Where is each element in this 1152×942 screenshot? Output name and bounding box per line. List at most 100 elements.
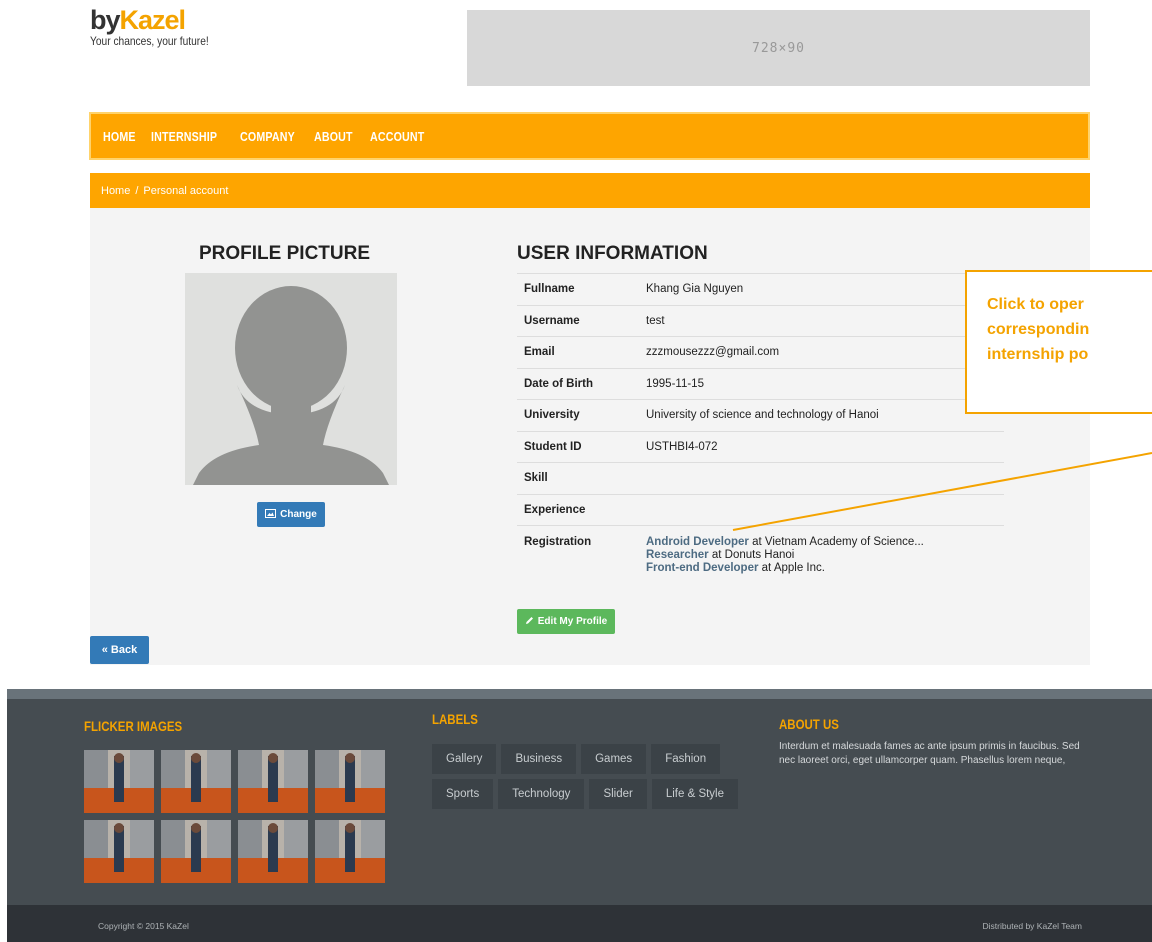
table-row: Date of Birth 1995-11-15 bbox=[517, 367, 1004, 400]
label-tag[interactable]: Sports bbox=[432, 779, 494, 809]
flicker-thumbnail[interactable] bbox=[238, 820, 308, 883]
flicker-thumbnail[interactable] bbox=[161, 750, 231, 813]
flicker-thumbnail[interactable] bbox=[315, 750, 385, 813]
edit-profile-label: Edit My Profile bbox=[537, 616, 608, 627]
registration-at: at bbox=[758, 562, 774, 574]
username-value: test bbox=[639, 304, 1004, 337]
table-row: Username test bbox=[517, 304, 1004, 337]
breadcrumb: Home / Personal account bbox=[90, 173, 1090, 208]
nav-home[interactable]: HOME bbox=[103, 129, 136, 144]
copyright-bar: Copyright © 2015 KaZel Distributed by Ka… bbox=[7, 905, 1152, 942]
university-key: University bbox=[517, 399, 639, 431]
annotation-line: internship po bbox=[987, 346, 1089, 363]
annotation-callout: Click to oper correspondin internship po bbox=[965, 270, 1152, 414]
label-tag[interactable]: Games bbox=[581, 744, 647, 774]
photo-icon bbox=[238, 820, 308, 883]
flicker-images-heading: FLICKER IMAGES bbox=[84, 718, 183, 734]
table-row: Skill bbox=[517, 462, 1004, 494]
label-tag[interactable]: Technology bbox=[498, 779, 585, 809]
photo-icon bbox=[315, 750, 385, 813]
nav-about[interactable]: ABOUT bbox=[314, 129, 353, 144]
flicker-gallery bbox=[84, 750, 385, 883]
page: byKazel Your chances, your future! 728×9… bbox=[0, 0, 1152, 942]
change-picture-button[interactable]: Change bbox=[257, 502, 325, 527]
registration-item: Front-end Developer at Apple Inc. bbox=[646, 562, 997, 575]
user-info-rows: Fullname Khang Gia Nguyen Username test Em… bbox=[517, 273, 1004, 596]
nav-company[interactable]: COMPANY bbox=[240, 129, 295, 144]
copyright-text: Copyright © 2015 KaZel bbox=[98, 921, 189, 931]
nav-internship[interactable]: INTERNSHIP bbox=[151, 129, 217, 144]
skill-value bbox=[639, 462, 1004, 494]
distributed-by-text[interactable]: Distributed by KaZel Team bbox=[982, 921, 1082, 931]
registration-position-link[interactable]: Front-end Developer bbox=[646, 562, 758, 574]
photo-icon bbox=[161, 820, 231, 883]
user-information-heading: USER INFORMATION bbox=[517, 243, 708, 264]
table-row: Registration Android Developer at Vietna… bbox=[517, 525, 1004, 596]
site-logo[interactable]: byKazel Your chances, your future! bbox=[90, 6, 230, 48]
fullname-value: Khang Gia Nguyen bbox=[639, 273, 1004, 305]
label-tag[interactable]: Life & Style bbox=[651, 779, 739, 809]
username-key: Username bbox=[517, 304, 639, 337]
registration-at: at bbox=[748, 536, 765, 548]
registration-at: at bbox=[708, 549, 725, 561]
registration-company: Donuts Hanoi bbox=[724, 549, 795, 561]
brand-name: byKazel bbox=[90, 6, 230, 34]
ad-banner[interactable]: 728×90 bbox=[467, 10, 1090, 86]
skill-key: Skill bbox=[517, 462, 639, 494]
student-id-key: Student ID bbox=[517, 430, 639, 463]
about-us-heading: ABOUT US bbox=[779, 716, 839, 732]
flicker-thumbnail[interactable] bbox=[84, 820, 154, 883]
table-row: Experience bbox=[517, 493, 1004, 526]
site-tagline: Your chances, your future! bbox=[90, 34, 209, 48]
experience-key: Experience bbox=[517, 493, 639, 526]
about-us-text: Interdum et malesuada fames ac ante ipsu… bbox=[779, 741, 1080, 766]
registration-item: Researcher at Donuts Hanoi bbox=[646, 549, 997, 562]
registration-company: Vietnam Academy of Science... bbox=[764, 536, 924, 548]
pencil-icon bbox=[525, 616, 534, 628]
flicker-thumbnail[interactable] bbox=[315, 820, 385, 883]
registration-position-link[interactable]: Android Developer bbox=[646, 536, 749, 548]
email-value: zzzmousezzz@gmail.com bbox=[639, 336, 1004, 368]
image-icon bbox=[265, 508, 277, 521]
table-row: Fullname Khang Gia Nguyen bbox=[517, 273, 1004, 305]
photo-icon bbox=[161, 750, 231, 813]
nav-account[interactable]: ACCOUNT bbox=[370, 129, 424, 144]
university-value: University of science and technology of … bbox=[639, 399, 1004, 431]
labels-heading: LABELS bbox=[432, 711, 478, 727]
registration-item: Android Developer at Vietnam Academy of … bbox=[646, 536, 997, 549]
labels-cloud: Gallery Business Games Fashion Sports Te… bbox=[432, 744, 752, 809]
profile-picture-heading: PROFILE PICTURE bbox=[199, 243, 371, 264]
breadcrumb-current: Personal account bbox=[143, 184, 229, 197]
label-tag[interactable]: Gallery bbox=[432, 744, 497, 774]
registration-company: Apple Inc. bbox=[773, 562, 825, 574]
default-avatar-icon bbox=[193, 286, 389, 485]
student-id-value: USTHBI4-072 bbox=[639, 430, 1004, 463]
change-label: Change bbox=[280, 509, 317, 520]
breadcrumb-home[interactable]: Home bbox=[101, 185, 130, 197]
avatar bbox=[185, 273, 397, 485]
photo-icon bbox=[84, 820, 154, 883]
edit-profile-button[interactable]: Edit My Profile bbox=[517, 609, 615, 634]
dob-value: 1995-11-15 bbox=[639, 367, 1004, 400]
fullname-key: Fullname bbox=[517, 273, 639, 305]
flicker-thumbnail[interactable] bbox=[84, 750, 154, 813]
label-tag[interactable]: Business bbox=[501, 744, 577, 774]
annotation-line: correspondin bbox=[987, 321, 1090, 338]
label-tag[interactable]: Slider bbox=[589, 779, 647, 809]
brand-by: by bbox=[90, 5, 120, 35]
user-info-table: Fullname Khang Gia Nguyen Username test Em… bbox=[517, 273, 1004, 596]
dob-key: Date of Birth bbox=[517, 367, 639, 400]
back-button[interactable]: « Back bbox=[90, 636, 149, 664]
photo-icon bbox=[315, 820, 385, 883]
flicker-thumbnail[interactable] bbox=[238, 750, 308, 813]
annotation-line: Click to oper bbox=[987, 296, 1084, 313]
label-tag[interactable]: Fashion bbox=[651, 744, 721, 774]
table-row: Student ID USTHBI4-072 bbox=[517, 430, 1004, 463]
flicker-thumbnail[interactable] bbox=[161, 820, 231, 883]
experience-value bbox=[639, 493, 1004, 526]
table-row: University University of science and tech… bbox=[517, 399, 1004, 431]
photo-icon bbox=[84, 750, 154, 813]
email-key: Email bbox=[517, 336, 639, 368]
registration-key: Registration bbox=[517, 525, 639, 596]
registration-position-link[interactable]: Researcher bbox=[646, 549, 709, 561]
